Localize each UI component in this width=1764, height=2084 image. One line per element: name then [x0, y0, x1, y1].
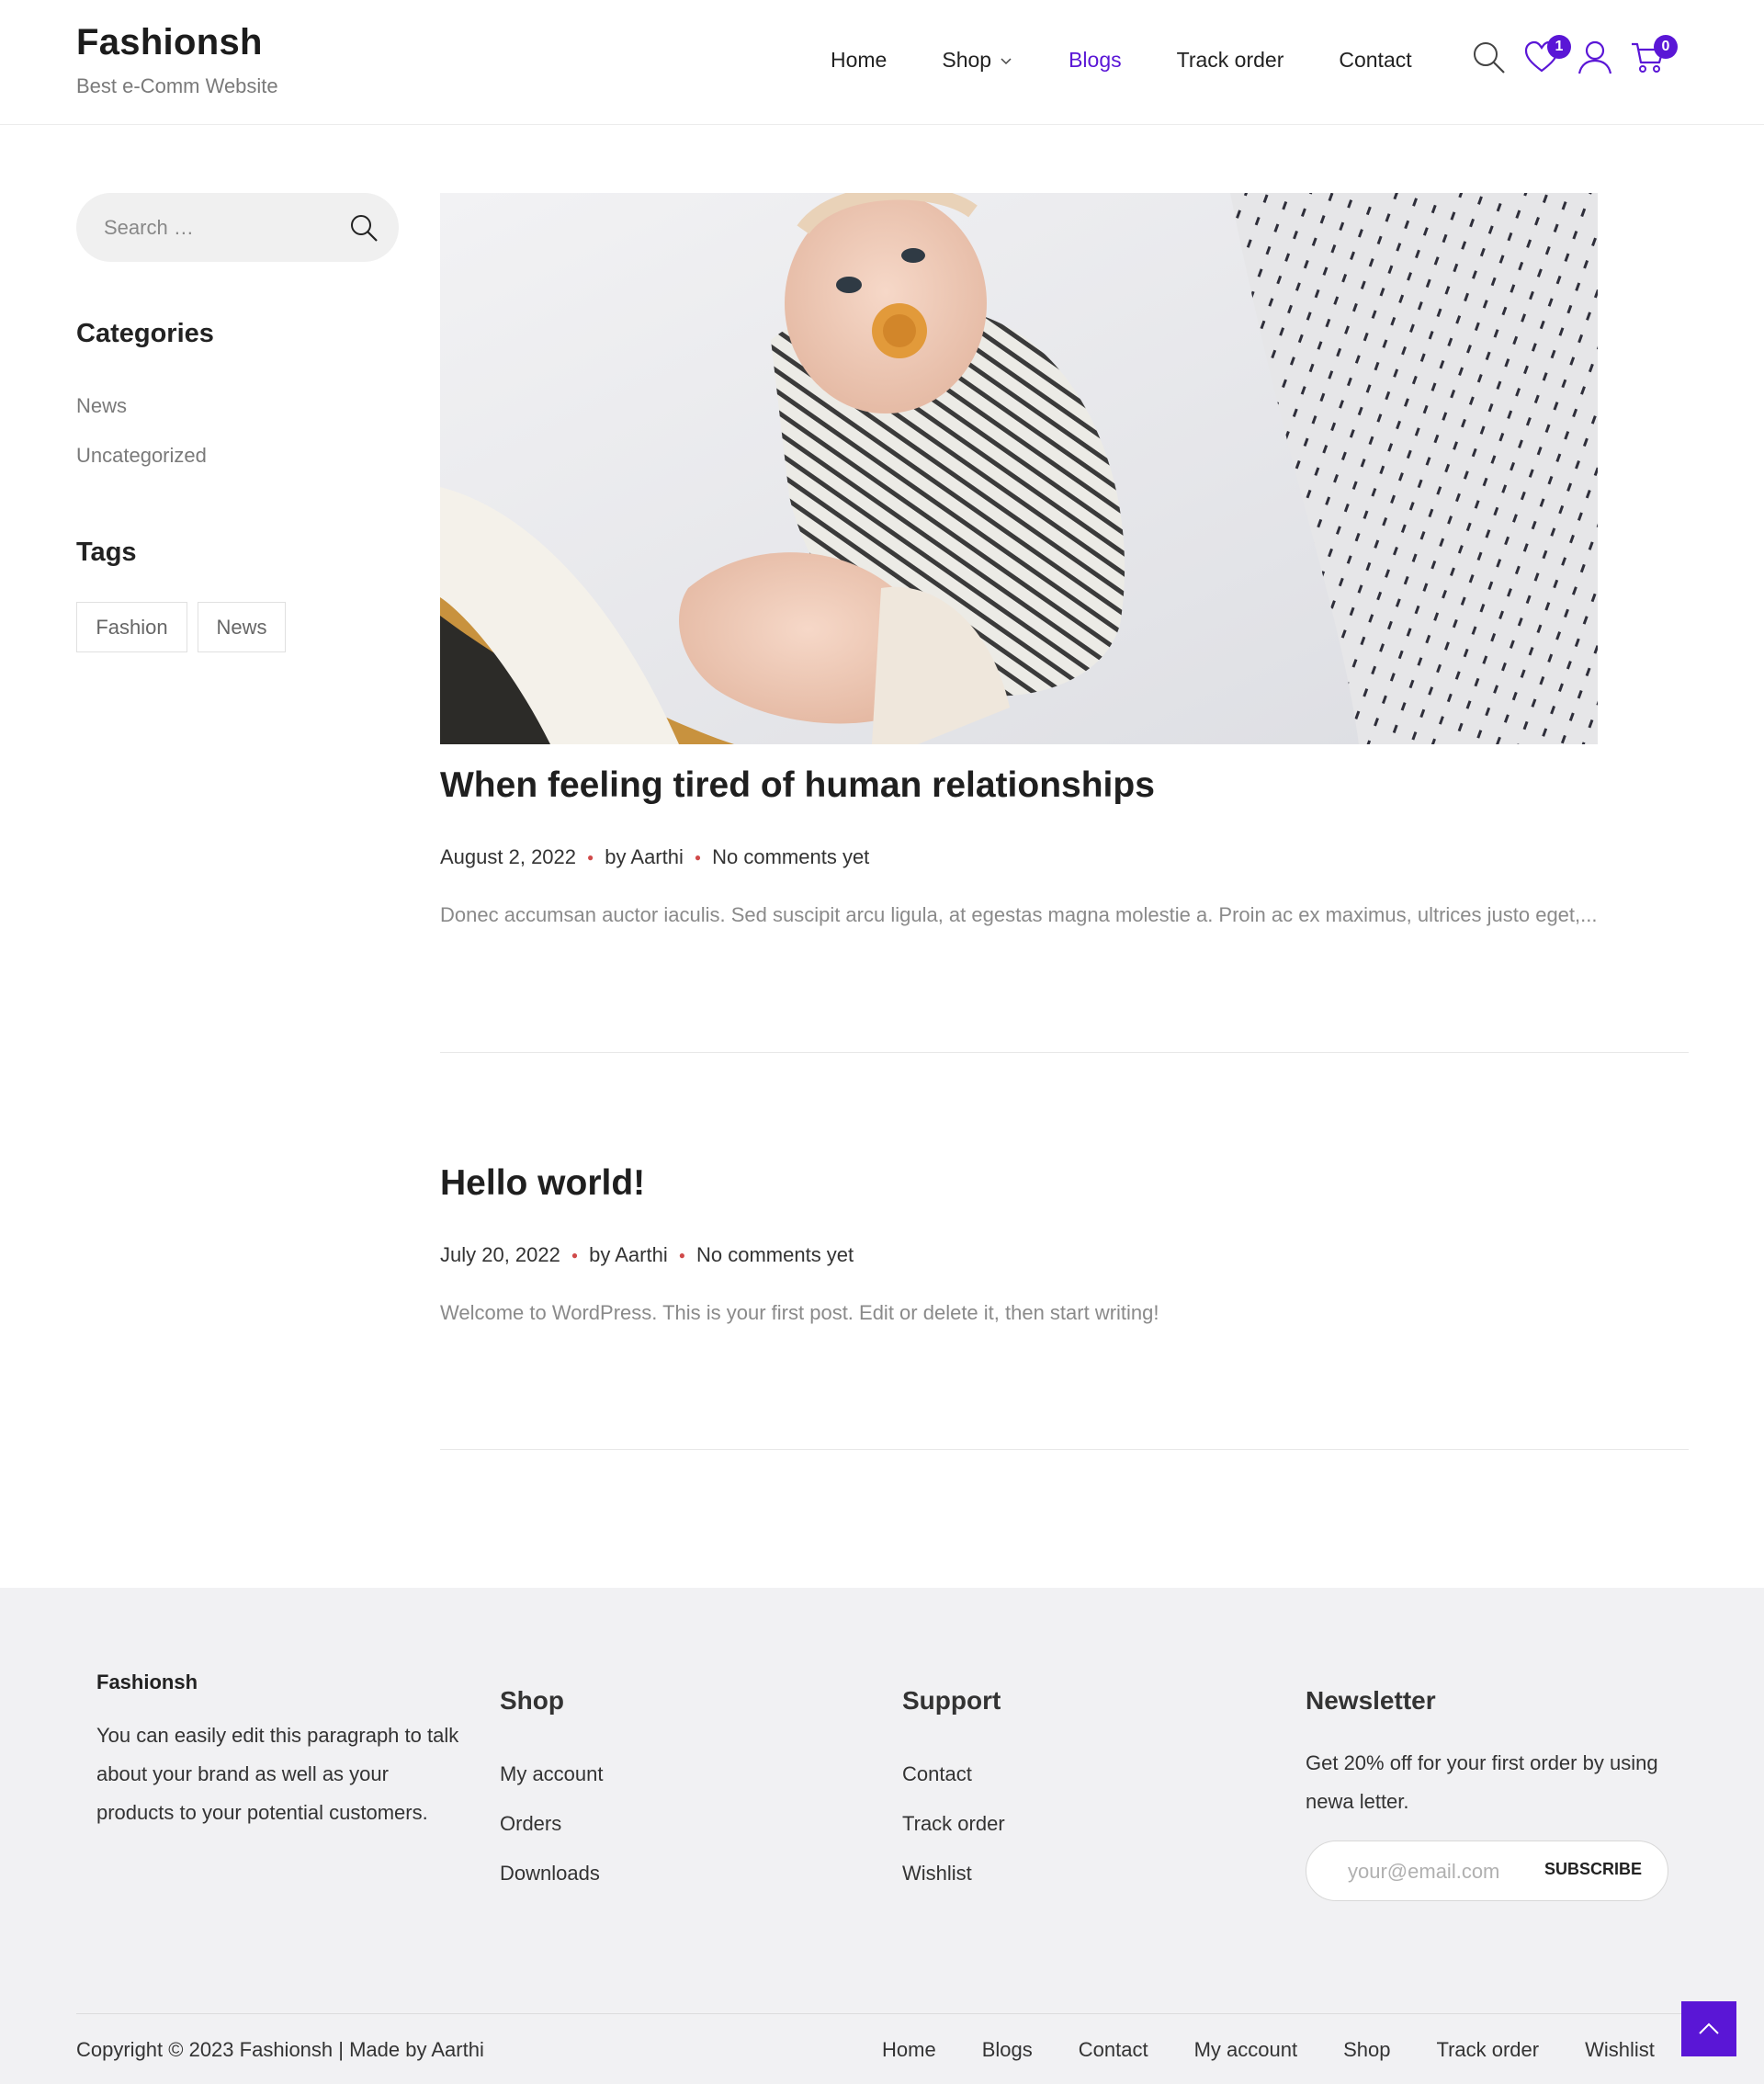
footer-link-track-order[interactable]: Track order	[902, 1812, 1005, 1836]
footer-bottom-nav: Home Blogs Contact My account Shop Track…	[882, 2038, 1701, 2062]
nav-blogs[interactable]: Blogs	[1069, 48, 1122, 73]
search-button[interactable]	[1470, 39, 1510, 79]
post-author[interactable]: by Aarthi	[605, 845, 684, 869]
post-excerpt: Donec accumsan auctor iaculis. Sed susci…	[440, 903, 1598, 926]
post-date[interactable]: August 2, 2022	[440, 845, 576, 869]
tags-heading: Tags	[76, 538, 137, 567]
site-header: Fashionsh Best e-Comm Website Home Shop …	[0, 0, 1764, 125]
post-title[interactable]: Hello world!	[440, 1163, 645, 1204]
wishlist-button[interactable]: 1	[1523, 35, 1571, 79]
footer-link-orders[interactable]: Orders	[500, 1812, 561, 1836]
post-title[interactable]: When feeling tired of human relationship…	[440, 765, 1155, 806]
baby-photo	[440, 193, 1598, 744]
nav-contact[interactable]: Contact	[1339, 48, 1411, 73]
header-icons: 1 0	[1470, 35, 1683, 79]
user-icon	[1577, 40, 1612, 74]
chevron-down-icon	[1001, 57, 1012, 64]
tag-news[interactable]: News	[198, 602, 286, 652]
chevron-up-icon	[1699, 2022, 1719, 2034]
nav-home-label: Home	[831, 48, 888, 72]
bottom-nav-wishlist[interactable]: Wishlist	[1585, 2038, 1655, 2062]
bottom-nav-my-account[interactable]: My account	[1194, 2038, 1298, 2062]
bottom-nav-contact[interactable]: Contact	[1079, 2038, 1148, 2062]
nav-shop[interactable]: Shop	[942, 48, 1013, 73]
categories-heading: Categories	[76, 319, 214, 348]
account-button[interactable]	[1577, 39, 1617, 79]
footer-brand: Fashionsh	[96, 1671, 198, 1693]
footer-link-contact[interactable]: Contact	[902, 1762, 972, 1786]
meta-separator: ●	[571, 1249, 579, 1262]
post-author[interactable]: by Aarthi	[589, 1243, 668, 1267]
site-tagline: Best e-Comm Website	[76, 74, 278, 97]
bottom-nav-home[interactable]: Home	[882, 2038, 936, 2062]
search-input[interactable]	[104, 213, 334, 243]
wishlist-count-badge: 1	[1547, 35, 1571, 59]
post-comments[interactable]: No comments yet	[696, 1243, 854, 1267]
nav-track-order-label: Track order	[1176, 48, 1284, 72]
footer-link-my-account[interactable]: My account	[500, 1762, 604, 1786]
footer-about: You can easily edit this paragraph to ta…	[96, 1724, 459, 1824]
bottom-nav-track-order[interactable]: Track order	[1436, 2038, 1539, 2062]
footer-divider	[76, 2013, 1689, 2014]
nav-contact-label: Contact	[1339, 48, 1412, 72]
cart-button[interactable]: 0	[1630, 35, 1678, 79]
footer-newsletter-heading: Newsletter	[1306, 1686, 1436, 1715]
post-meta: July 20, 2022 ● by Aarthi ● No comments …	[440, 1243, 854, 1267]
copyright-text: Copyright © 2023 Fashionsh | Made by Aar…	[76, 2038, 484, 2061]
category-news[interactable]: News	[76, 394, 127, 418]
meta-separator: ●	[678, 1249, 685, 1262]
nav-blogs-label: Blogs	[1069, 48, 1122, 72]
sidebar-search	[76, 193, 399, 262]
meta-separator: ●	[587, 851, 594, 864]
main-nav: Home Shop Blogs Track order Contact	[831, 48, 1467, 73]
tag-fashion[interactable]: Fashion	[76, 602, 187, 652]
meta-separator: ●	[694, 851, 702, 864]
post-meta: August 2, 2022 ● by Aarthi ● No comments…	[440, 845, 869, 869]
nav-track-order[interactable]: Track order	[1177, 48, 1284, 73]
site-footer: Fashionsh You can easily edit this parag…	[0, 1588, 1764, 2084]
post-date[interactable]: July 20, 2022	[440, 1243, 560, 1267]
site-title[interactable]: Fashionsh	[76, 22, 278, 63]
brand: Fashionsh Best e-Comm Website	[76, 22, 278, 98]
post-featured-image[interactable]	[440, 193, 1598, 744]
post-divider	[440, 1449, 1689, 1450]
footer-shop-heading: Shop	[500, 1686, 564, 1715]
footer-support-heading: Support	[902, 1686, 1001, 1715]
post-excerpt: Welcome to WordPress. This is your first…	[440, 1301, 1159, 1324]
cart-count-badge: 0	[1654, 35, 1678, 59]
post-divider	[440, 1052, 1689, 1053]
newsletter-form: SUBSCRIBE	[1306, 1840, 1668, 1901]
nav-home[interactable]: Home	[831, 48, 887, 73]
search-icon	[1474, 42, 1505, 74]
scroll-to-top-button[interactable]	[1681, 2001, 1736, 2056]
newsletter-text: Get 20% off for your first order by usin…	[1306, 1751, 1658, 1813]
bottom-nav-shop[interactable]: Shop	[1343, 2038, 1390, 2062]
subscribe-button[interactable]: SUBSCRIBE	[1544, 1860, 1642, 1879]
post-comments[interactable]: No comments yet	[712, 845, 869, 869]
bottom-nav-blogs[interactable]: Blogs	[982, 2038, 1033, 2062]
footer-link-wishlist[interactable]: Wishlist	[902, 1862, 972, 1886]
category-uncategorized[interactable]: Uncategorized	[76, 444, 207, 468]
newsletter-email-input[interactable]	[1348, 1857, 1532, 1886]
search-icon[interactable]	[347, 211, 380, 244]
nav-shop-label: Shop	[942, 48, 992, 72]
footer-link-downloads[interactable]: Downloads	[500, 1862, 600, 1886]
